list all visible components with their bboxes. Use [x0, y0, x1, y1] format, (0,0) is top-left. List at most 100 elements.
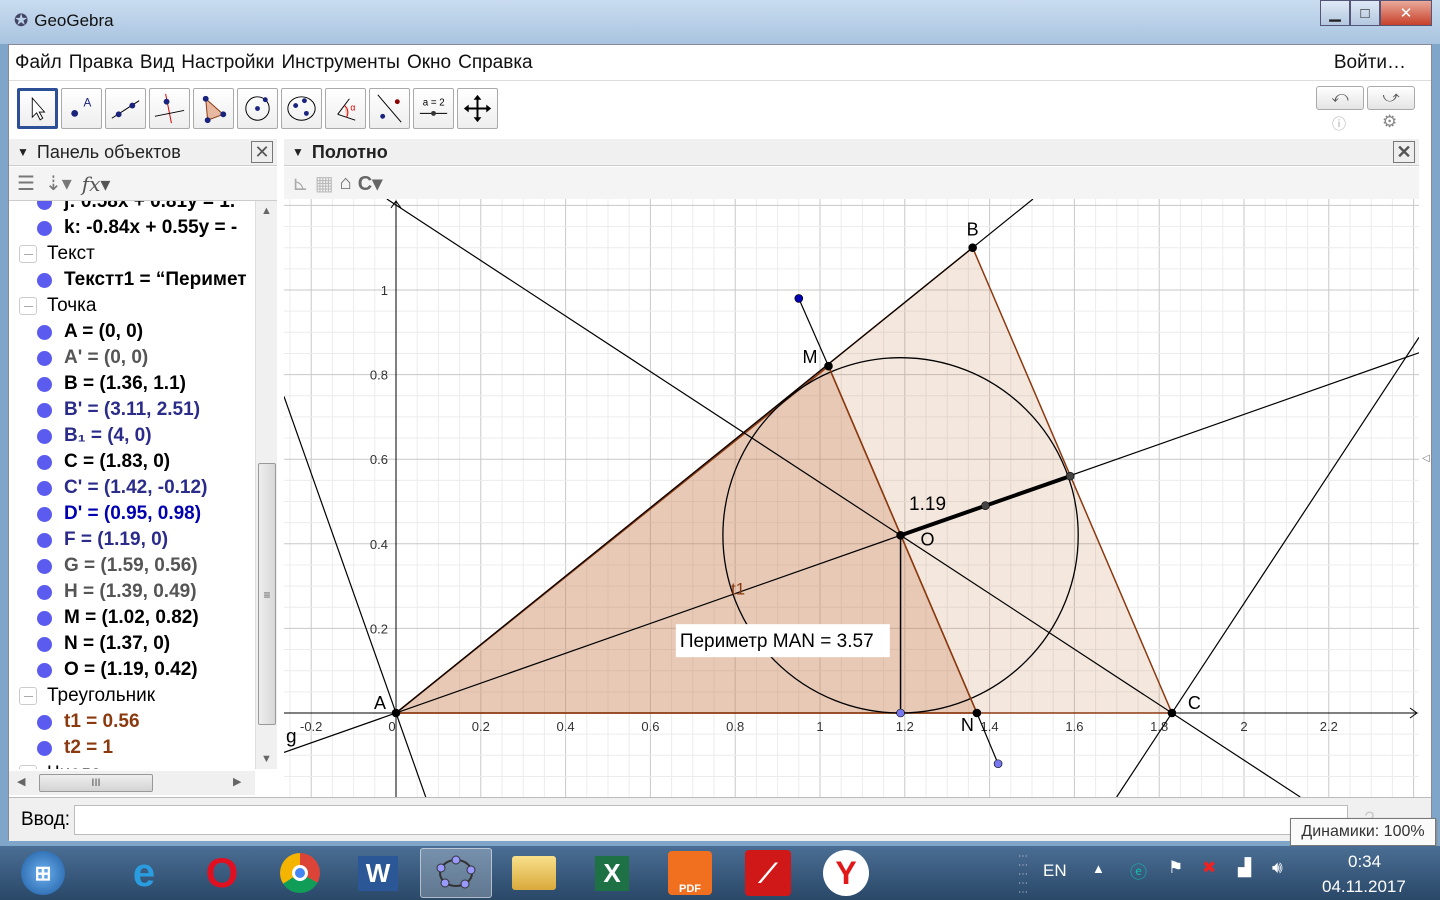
- close-button[interactable]: ✕: [1380, 0, 1432, 26]
- algebra-item[interactable]: C' = (1.42, -0.12): [37, 475, 207, 501]
- visibility-toggle[interactable]: [37, 376, 52, 392]
- visibility-toggle[interactable]: [37, 220, 52, 236]
- point-c-prime[interactable]: [993, 759, 1003, 769]
- category-header[interactable]: Точка: [19, 293, 96, 319]
- maximize-button[interactable]: □: [1350, 0, 1380, 26]
- opera-icon[interactable]: O: [186, 848, 258, 898]
- point-m[interactable]: [824, 361, 833, 371]
- grid-toggle-icon[interactable]: ▦: [315, 171, 334, 196]
- algebra-item[interactable]: O = (1.19, 0.42): [37, 657, 198, 683]
- category-header[interactable]: Текст: [19, 241, 95, 267]
- axes-toggle-icon[interactable]: ⊾: [292, 171, 309, 196]
- visibility-toggle[interactable]: [37, 454, 52, 470]
- algebra-item[interactable]: t2 = 1: [37, 735, 113, 761]
- collapse-icon[interactable]: [19, 245, 37, 263]
- tool-polygon[interactable]: [193, 88, 234, 129]
- visibility-toggle[interactable]: [37, 201, 52, 210]
- menu-file[interactable]: Файл: [15, 52, 62, 74]
- perimeter-text[interactable]: Периметр MAN = 3.57: [680, 631, 874, 652]
- tool-line[interactable]: [105, 88, 146, 129]
- algebra-item[interactable]: D' = (0.95, 0.98): [37, 501, 201, 527]
- point-capture-icon[interactable]: C▾: [358, 171, 382, 196]
- point-n[interactable]: [972, 708, 982, 718]
- word-icon[interactable]: W: [342, 848, 414, 898]
- algebra-item[interactable]: j: 0.58x + 0.81y = 1.: [37, 201, 235, 215]
- graphics-view[interactable]: -0.2 0 0.2 0.4 0.6 0.8 1 1.2 1.4 1.6 1.8 2 2.2 0.2 0.4…: [284, 199, 1419, 797]
- visibility-toggle[interactable]: [37, 506, 52, 522]
- close-algebra-button[interactable]: ✕: [251, 141, 273, 163]
- input-field[interactable]: [74, 804, 1349, 835]
- visibility-toggle[interactable]: [37, 402, 52, 418]
- menu-tools[interactable]: Инструменты: [281, 52, 399, 74]
- menu-window[interactable]: Окно: [407, 52, 451, 74]
- tool-angle[interactable]: α: [325, 88, 366, 129]
- visibility-toggle[interactable]: [37, 350, 52, 366]
- auxiliary-objects-icon[interactable]: ☰: [17, 171, 35, 196]
- algebra-item[interactable]: Текстт1 = “Перимет: [37, 267, 247, 293]
- menu-edit[interactable]: Правка: [69, 52, 133, 74]
- home-icon[interactable]: ⌂: [340, 172, 352, 195]
- fx-icon[interactable]: fx▾: [82, 172, 111, 196]
- algebra-item[interactable]: B' = (3.11, 2.51): [37, 397, 200, 423]
- tool-slider[interactable]: a = 2: [413, 88, 454, 129]
- tool-conic[interactable]: [281, 88, 322, 129]
- internet-explorer-icon[interactable]: e: [108, 848, 180, 898]
- point-c[interactable]: [1167, 708, 1177, 718]
- point-f[interactable]: [896, 708, 905, 718]
- algebra-item[interactable]: H = (1.39, 0.49): [37, 579, 197, 605]
- algebra-item[interactable]: A' = (0, 0): [37, 345, 148, 371]
- tool-move[interactable]: [17, 88, 58, 129]
- category-header[interactable]: Числа: [19, 761, 101, 769]
- file-explorer-icon[interactable]: [498, 848, 570, 898]
- collapse-icon[interactable]: [19, 687, 37, 705]
- menu-view[interactable]: Вид: [140, 52, 174, 74]
- language-indicator[interactable]: EN: [1043, 861, 1067, 881]
- tool-reflect[interactable]: [369, 88, 410, 129]
- action-center-flag-icon[interactable]: ⚑: [1168, 858, 1183, 878]
- visibility-toggle[interactable]: [37, 558, 52, 574]
- redo-button[interactable]: ⤻: [1367, 86, 1415, 110]
- minimize-button[interactable]: ▁: [1320, 0, 1350, 26]
- tool-point[interactable]: A: [61, 88, 102, 129]
- algebra-item[interactable]: B₁ = (4, 0): [37, 423, 152, 449]
- point-h[interactable]: [981, 501, 990, 511]
- visibility-toggle[interactable]: [37, 740, 52, 756]
- clock-date[interactable]: 04.11.2017: [1322, 877, 1406, 897]
- algebra-item[interactable]: F = (1.19, 0): [37, 527, 168, 553]
- point-a[interactable]: [391, 708, 401, 718]
- visibility-toggle[interactable]: [37, 428, 52, 444]
- pdf-app-icon[interactable]: PDF: [654, 848, 726, 898]
- collapse-triangle-icon[interactable]: ▼: [17, 145, 29, 159]
- excel-icon[interactable]: X: [576, 848, 648, 898]
- visibility-toggle[interactable]: [37, 636, 52, 652]
- power-icon[interactable]: ✖: [1202, 858, 1216, 878]
- point-d-prime[interactable]: [794, 294, 804, 303]
- collapse-icon[interactable]: [19, 765, 37, 769]
- line-g[interactable]: [284, 396, 427, 797]
- close-graphics-button[interactable]: ✕: [1393, 141, 1415, 163]
- visibility-toggle[interactable]: [37, 324, 52, 340]
- gear-icon[interactable]: ⚙: [1382, 112, 1397, 132]
- geogebra-taskbar-icon[interactable]: [420, 848, 492, 898]
- tool-circle[interactable]: [237, 88, 278, 129]
- algebra-item[interactable]: A = (0, 0): [37, 319, 143, 345]
- show-hidden-icons[interactable]: ▲: [1092, 861, 1105, 876]
- login-link[interactable]: Войти…: [1334, 52, 1406, 74]
- algebra-item[interactable]: G = (1.59, 0.56): [37, 553, 198, 579]
- expand-panel-icon[interactable]: ◁: [1422, 453, 1430, 464]
- clock-time[interactable]: 0:34: [1348, 852, 1381, 872]
- visibility-toggle[interactable]: [37, 532, 52, 548]
- eset-icon[interactable]: ⓔ: [1130, 858, 1147, 883]
- algebra-item[interactable]: B = (1.36, 1.1): [37, 371, 186, 397]
- collapse-icon[interactable]: [19, 297, 37, 315]
- tool-perpendicular[interactable]: [149, 88, 190, 129]
- visibility-toggle[interactable]: [37, 662, 52, 678]
- algebra-horizontal-scrollbar[interactable]: ◀ III ▶: [9, 771, 255, 795]
- yandex-browser-icon[interactable]: Y: [810, 848, 882, 898]
- visibility-toggle[interactable]: [37, 610, 52, 626]
- point-o[interactable]: [896, 531, 905, 540]
- menu-help[interactable]: Справка: [458, 52, 533, 74]
- chrome-icon[interactable]: [264, 848, 336, 898]
- visibility-toggle[interactable]: [37, 272, 52, 288]
- undo-button[interactable]: ⤺: [1316, 86, 1364, 110]
